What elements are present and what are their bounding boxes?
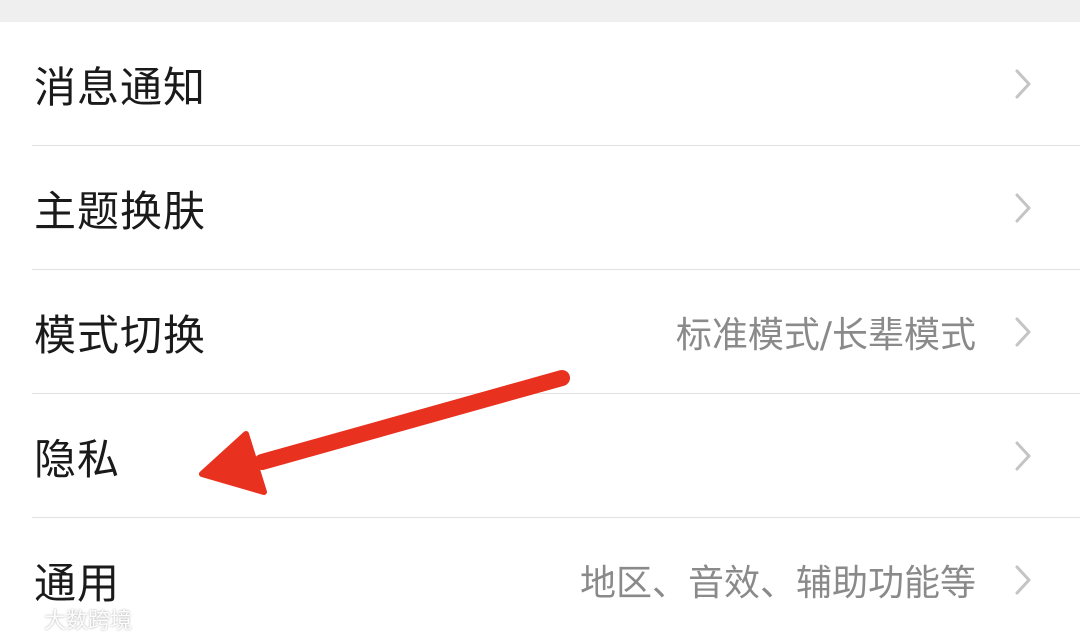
chevron-right-icon [1012, 439, 1034, 473]
chevron-right-icon [1012, 191, 1034, 225]
settings-row-general[interactable]: 通用 地区、音效、辅助功能等 [0, 518, 1080, 641]
settings-row-privacy[interactable]: 隐私 [0, 394, 1080, 518]
top-gap [0, 0, 1080, 22]
row-label: 模式切换 [34, 310, 207, 360]
chevron-right-icon [1012, 563, 1034, 597]
row-label: 通用 [34, 558, 121, 608]
settings-list: 消息通知 主题换肤 模式切换 标准模式/长辈模式 隐私 通用 地区、音效、辅助功… [0, 22, 1080, 641]
watermark: 大数跨境 [4, 603, 132, 635]
row-label: 隐私 [34, 434, 121, 484]
row-value: 地区、音效、辅助功能等 [579, 563, 976, 604]
logo-icon [4, 609, 40, 628]
settings-row-theme[interactable]: 主题换肤 [0, 146, 1080, 270]
row-label: 主题换肤 [34, 186, 207, 236]
chevron-right-icon [1012, 315, 1034, 349]
row-label: 消息通知 [34, 62, 207, 112]
watermark-text: 大数跨境 [44, 609, 133, 634]
row-value: 标准模式/长辈模式 [675, 315, 976, 356]
chevron-right-icon [1012, 67, 1034, 101]
settings-screen: 消息通知 主题换肤 模式切换 标准模式/长辈模式 隐私 通用 地区、音效、辅助功… [0, 0, 1080, 641]
settings-row-notifications[interactable]: 消息通知 [0, 22, 1080, 146]
settings-row-mode[interactable]: 模式切换 标准模式/长辈模式 [0, 270, 1080, 394]
